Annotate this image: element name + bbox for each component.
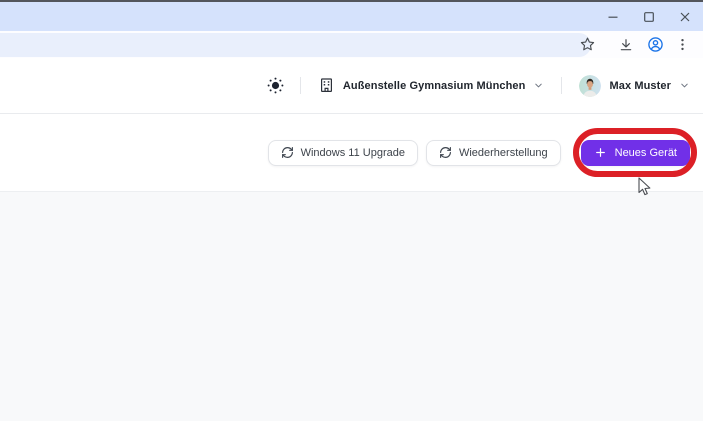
- profile-icon: [647, 37, 663, 52]
- avatar: [579, 74, 602, 97]
- user-menu[interactable]: Max Muster: [579, 74, 690, 97]
- maximize-button[interactable]: [631, 2, 667, 31]
- org-name: Außenstelle Gymnasium München: [342, 79, 526, 92]
- toolbar-icons: [574, 31, 703, 58]
- app-header: Außenstelle Gymnasium München Max Muster: [0, 58, 703, 114]
- bookmark-button[interactable]: [574, 32, 600, 58]
- windows-11-upgrade-button[interactable]: Windows 11 Upgrade: [267, 139, 418, 166]
- page-background: Typ Aktueller Benutzer Standort Aktionen: [0, 192, 703, 421]
- user-name: Max Muster: [609, 79, 671, 92]
- chevron-down-icon: [681, 83, 688, 88]
- browser-toolbar: [0, 31, 703, 58]
- header-divider: [299, 77, 301, 94]
- org-switcher[interactable]: Außenstelle Gymnasium München: [318, 77, 545, 94]
- windows-11-upgrade-label: Windows 11 Upgrade: [300, 146, 405, 159]
- browser-titlebar: [0, 2, 703, 31]
- theme-toggle-button[interactable]: [266, 76, 285, 95]
- plus-icon: [595, 148, 605, 157]
- menu-dots-icon: [680, 38, 684, 51]
- window-controls: [595, 2, 703, 31]
- bookmark-star-icon: [580, 37, 594, 51]
- building-icon: [320, 78, 332, 92]
- chevron-down-icon: [535, 83, 543, 88]
- dark-mode-sun-icon: [267, 77, 284, 94]
- minimize-button[interactable]: [595, 2, 631, 31]
- address-bar[interactable]: [0, 33, 591, 57]
- download-icon: [620, 38, 632, 50]
- actions-bar: Windows 11 Upgrade Wiederherstellung Neu…: [0, 114, 703, 192]
- restore-button[interactable]: Wiederherstellung: [425, 139, 561, 166]
- new-device-button[interactable]: Neues Gerät: [580, 139, 690, 166]
- close-icon: [680, 12, 690, 21]
- sync-icon: [440, 147, 451, 158]
- header-divider: [561, 77, 563, 94]
- browser-window: Außenstelle Gymnasium München Max Muster…: [0, 0, 703, 421]
- close-button[interactable]: [667, 2, 703, 31]
- minimize-icon: [608, 16, 618, 18]
- restore-label: Wiederherstellung: [458, 146, 548, 159]
- downloads-button[interactable]: [613, 32, 639, 58]
- browser-menu-button[interactable]: [669, 32, 695, 58]
- browser-profile-button[interactable]: [642, 32, 668, 58]
- sync-icon: [281, 147, 293, 158]
- maximize-icon: [644, 11, 654, 22]
- new-device-label: Neues Gerät: [614, 146, 677, 159]
